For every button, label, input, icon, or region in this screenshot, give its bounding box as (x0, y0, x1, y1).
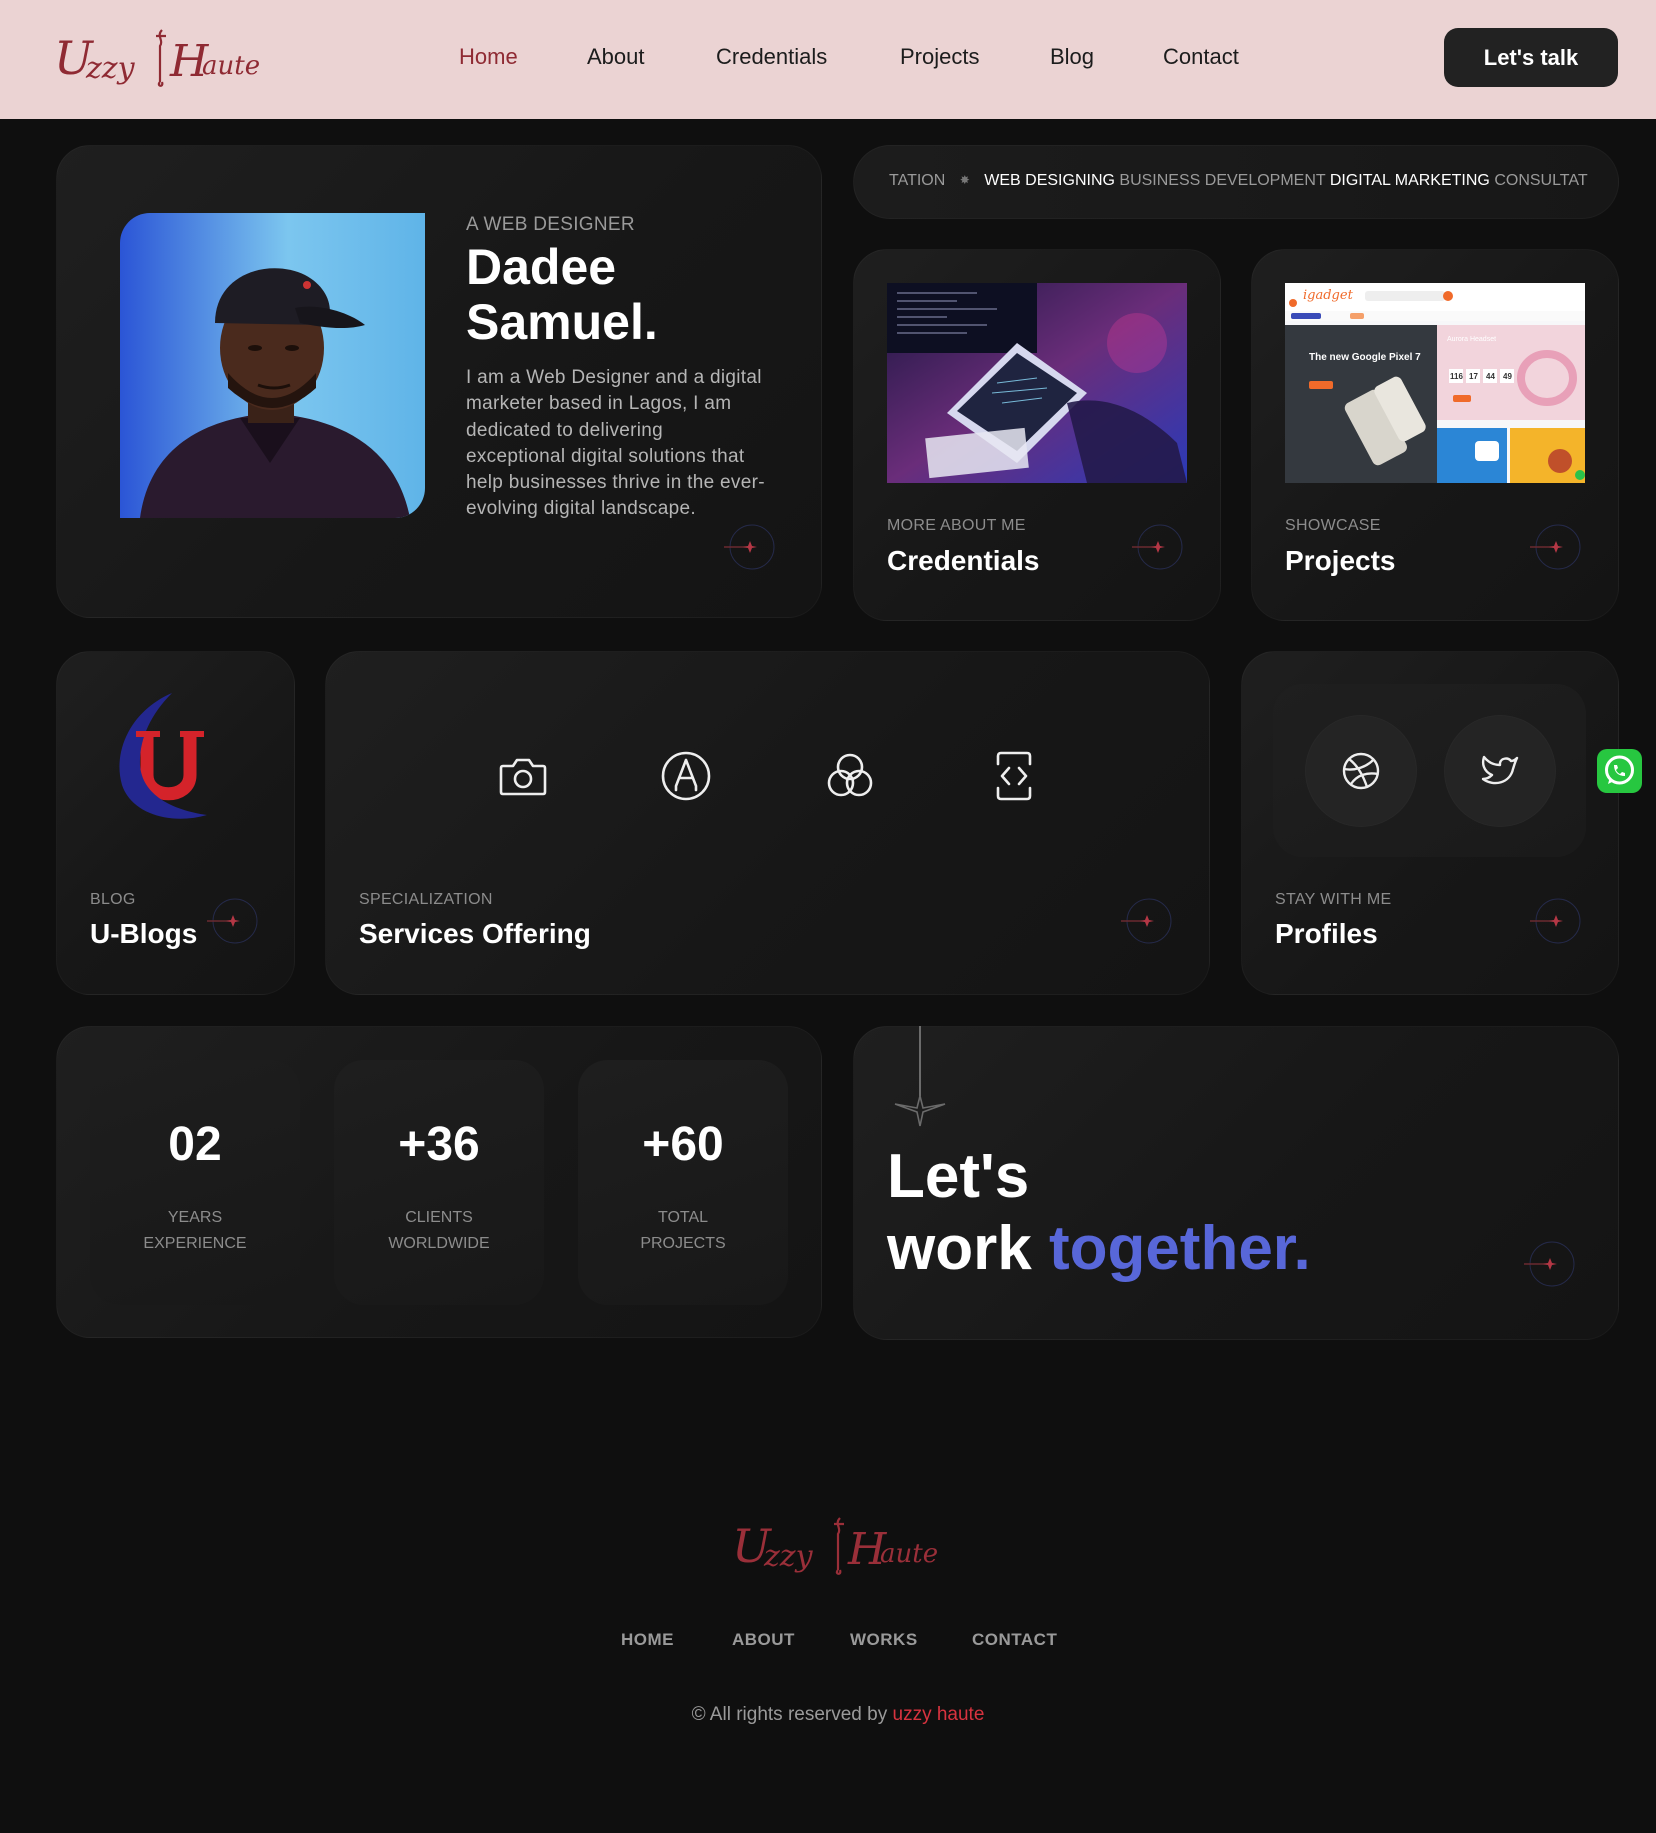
whatsapp-icon (1605, 755, 1634, 785)
footer-logo[interactable]: U zzy H aute (730, 1510, 945, 1580)
profile-photo (120, 213, 425, 518)
credentials-eyebrow: MORE ABOUT ME (887, 517, 1026, 534)
marquee-item: DIGITAL MARKETING (1329, 172, 1490, 189)
stat-label-line: TOTAL (657, 1209, 709, 1226)
svg-text:aute: aute (880, 1539, 938, 1569)
code-brackets-icon[interactable] (988, 750, 1040, 802)
svg-text:aute: aute (202, 51, 260, 81)
stat-label: CLIENTS WORLDWIDE (334, 1205, 544, 1257)
whatsapp-button[interactable] (1597, 749, 1642, 793)
footer-nav-about[interactable]: ABOUT (732, 1630, 795, 1650)
stat-projects: +60 TOTAL PROJECTS (578, 1060, 788, 1305)
nav-projects[interactable]: Projects (900, 44, 979, 70)
together-plain: work (887, 1214, 1049, 1283)
u-blogs-logo (119, 693, 207, 819)
copyright: © All rights reserved by uzzy haute (0, 1704, 1656, 1726)
credentials-title: Credentials (887, 545, 1040, 576)
profiles-sparkle-icon[interactable] (1526, 889, 1586, 949)
hero-name: Dadee Samuel. (466, 240, 658, 350)
countdown-days: 116 (1450, 372, 1463, 381)
stat-label-line: CLIENTS (405, 1209, 473, 1226)
marquee-track: TATION ✸ WEB DESIGNING BUSINESS DEVELOPM… (889, 172, 1588, 190)
stat-label-line: WORLDWIDE (388, 1235, 490, 1252)
blog-sparkle-icon[interactable] (203, 889, 263, 949)
hero-name-last: Samuel. (466, 294, 658, 350)
blog-eyebrow: BLOG (90, 891, 136, 908)
profiles-title: Profiles (1275, 918, 1378, 949)
nav-about[interactable]: About (587, 44, 645, 70)
dribbble-link[interactable] (1305, 715, 1417, 827)
nav-home[interactable]: Home (459, 44, 518, 70)
blog-title: U-Blogs (90, 918, 198, 949)
footer-nav-home[interactable]: HOME (621, 1630, 674, 1650)
uzzy-haute-logo[interactable]: U zzy H aute (52, 22, 267, 92)
stat-label: TOTAL PROJECTS (578, 1205, 788, 1257)
twitter-icon (1481, 755, 1519, 785)
footer-nav-contact[interactable]: CONTACT (972, 1630, 1057, 1650)
pen-tool-icon[interactable] (660, 750, 712, 802)
igadget-brand-text: igadget (1303, 288, 1354, 303)
credentials-thumbnail (887, 283, 1187, 483)
marquee-item: TATION (889, 172, 946, 189)
stat-label-line: PROJECTS (640, 1235, 726, 1252)
work-together-sparkle-icon[interactable] (1520, 1232, 1580, 1292)
stat-label-line: YEARS (167, 1209, 223, 1226)
copyright-prefix: © All rights reserved by (691, 1704, 893, 1725)
stat-number: 02 (168, 1118, 222, 1171)
hero-sparkle-icon[interactable] (720, 515, 780, 575)
services-title: Services Offering (359, 918, 591, 949)
stat-clients: +36 CLIENTS WORLDWIDE (334, 1060, 544, 1305)
stat-label: YEARS EXPERIENCE (90, 1205, 300, 1257)
camera-icon[interactable] (497, 750, 549, 802)
work-together-heading: Let's work together. (887, 1141, 1311, 1285)
stat-number: +60 (642, 1118, 724, 1171)
together-accent: together. (1048, 1214, 1311, 1283)
projects-eyebrow: SHOWCASE (1285, 517, 1381, 534)
footer-nav-works[interactable]: WORKS (850, 1630, 918, 1650)
nav-credentials[interactable]: Credentials (716, 44, 827, 70)
hero-name-first: Dadee (466, 239, 617, 295)
svg-text:zzy: zzy (763, 1539, 814, 1574)
nav-contact[interactable]: Contact (1163, 44, 1239, 70)
countdown-mins: 44 (1486, 372, 1495, 381)
pixel-headline-text: The new Google Pixel 7 (1309, 352, 1421, 363)
color-circles-icon[interactable] (824, 750, 876, 802)
services-marquee: TATION ✸ WEB DESIGNING BUSINESS DEVELOPM… (853, 145, 1619, 219)
svg-text:Aurora Headset: Aurora Headset (1447, 336, 1496, 343)
services-sparkle-icon[interactable] (1117, 889, 1177, 949)
sparkle-drop-icon (894, 1026, 946, 1127)
projects-sparkle-icon[interactable] (1526, 515, 1586, 575)
stat-label-line: EXPERIENCE (143, 1235, 247, 1252)
countdown-secs: 49 (1503, 372, 1512, 381)
marquee-item: BUSINESS DEVELOPMENT (1119, 172, 1326, 189)
svg-text:zzy: zzy (85, 51, 136, 86)
projects-title: Projects (1285, 545, 1396, 576)
projects-thumbnail: igadget The new Google Pixel 7 Aurora He… (1285, 283, 1585, 483)
nav-blog[interactable]: Blog (1050, 44, 1094, 70)
marquee-item: WEB DESIGNING (984, 172, 1115, 189)
credentials-sparkle-icon[interactable] (1128, 515, 1188, 575)
profiles-eyebrow: STAY WITH ME (1275, 891, 1392, 908)
lets-talk-button[interactable]: Let's talk (1444, 28, 1618, 87)
hero-bio: I am a Web Designer and a digital market… (466, 367, 765, 520)
stat-years: 02 YEARS EXPERIENCE (90, 1060, 300, 1305)
stat-number: +36 (398, 1118, 480, 1171)
together-line2: work together. (887, 1213, 1311, 1285)
site-header: U zzy H aute Home About Credentials Proj… (0, 0, 1656, 119)
hero-eyebrow: A WEB DESIGNER (466, 214, 635, 235)
marquee-item: CONSULTAT (1494, 172, 1588, 189)
marquee-separator-icon: ✸ (959, 173, 970, 187)
dribbble-icon (1342, 752, 1380, 790)
twitter-link[interactable] (1444, 715, 1556, 827)
copyright-brand-link[interactable]: uzzy haute (893, 1704, 985, 1725)
together-line1: Let's (887, 1142, 1030, 1211)
services-eyebrow: SPECIALIZATION (359, 891, 493, 908)
countdown-hours: 17 (1469, 372, 1478, 381)
